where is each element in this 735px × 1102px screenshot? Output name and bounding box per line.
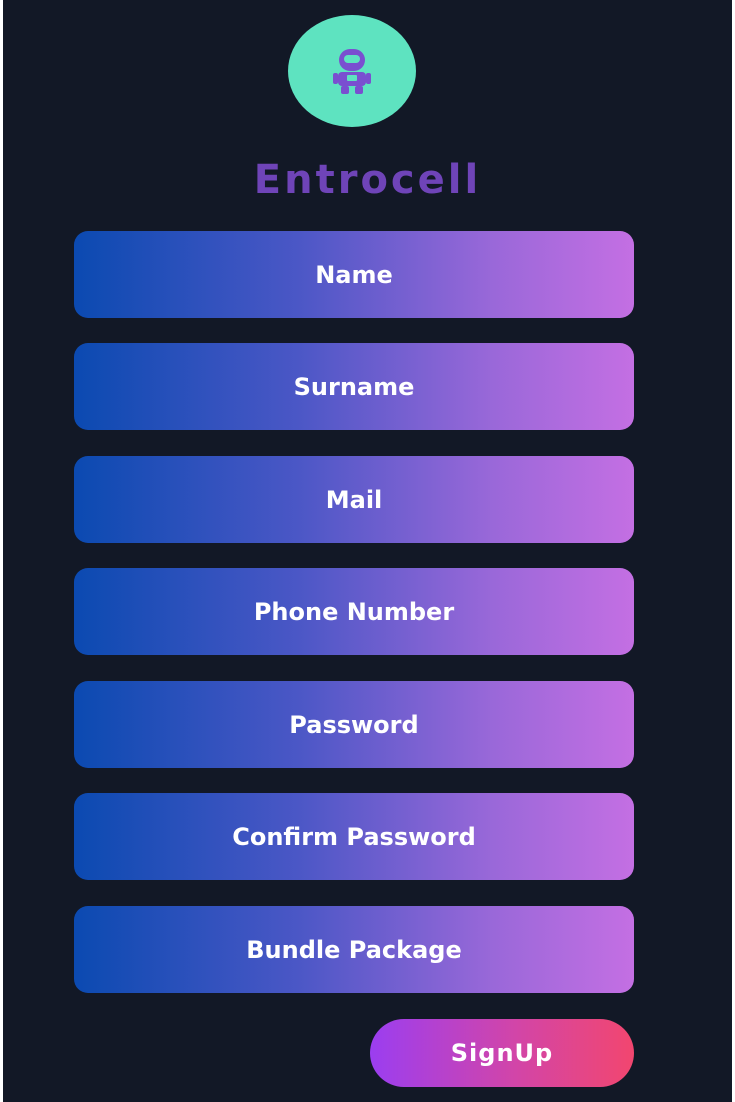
phone-number-field[interactable] xyxy=(74,567,634,656)
mail-input[interactable] xyxy=(74,455,634,544)
astronaut-icon xyxy=(333,49,371,94)
phone-number-input[interactable] xyxy=(74,567,634,656)
name-field[interactable] xyxy=(74,230,634,319)
password-input[interactable] xyxy=(74,680,634,769)
bundle-package-input[interactable] xyxy=(74,905,634,994)
signup-panel: Entrocell SignUp xyxy=(3,0,732,1102)
mail-field[interactable] xyxy=(74,455,634,544)
confirm-password-input[interactable] xyxy=(74,792,634,881)
surname-input[interactable] xyxy=(74,342,634,431)
brand-title: Entrocell xyxy=(253,157,482,203)
confirm-password-field[interactable] xyxy=(74,792,634,881)
signup-button[interactable]: SignUp xyxy=(370,1019,634,1087)
name-input[interactable] xyxy=(74,230,634,319)
password-field[interactable] xyxy=(74,680,634,769)
logo xyxy=(288,15,416,127)
bundle-package-field[interactable] xyxy=(74,905,634,994)
surname-field[interactable] xyxy=(74,342,634,431)
